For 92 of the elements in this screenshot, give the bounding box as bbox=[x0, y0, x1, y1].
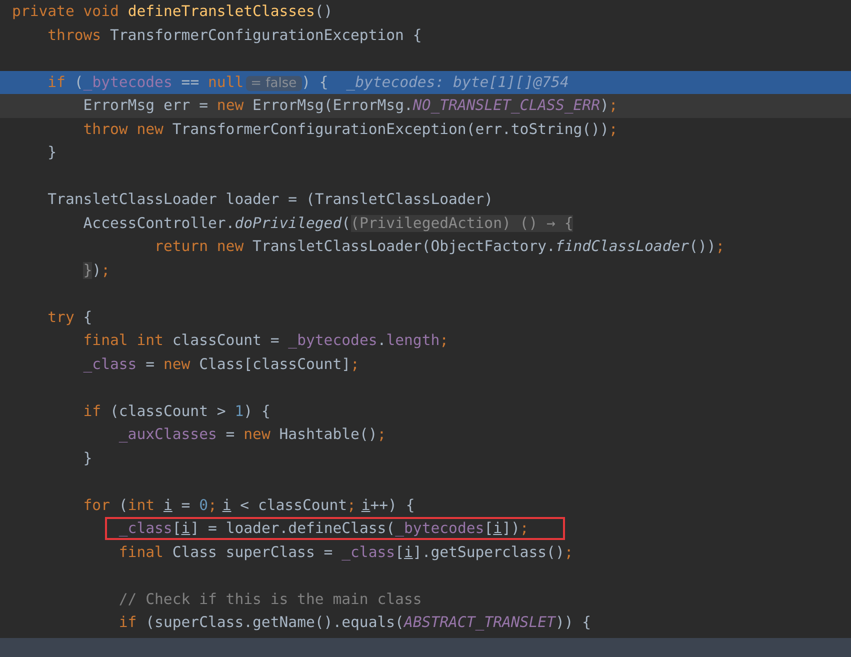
code-text: = bbox=[180, 496, 192, 514]
code-text: Class superClass = bbox=[172, 544, 334, 560]
code-text: ] = loader.defineClass( bbox=[190, 520, 396, 537]
keyword: final int bbox=[83, 332, 164, 349]
field-name: _bytecodes bbox=[288, 332, 378, 349]
code-text: [ bbox=[484, 520, 494, 537]
field-name: _auxClasses bbox=[118, 426, 217, 443]
code-text: classCount = bbox=[172, 332, 280, 349]
number-literal: 1 bbox=[234, 402, 244, 420]
code-text: () bbox=[314, 3, 333, 20]
keyword: throws bbox=[48, 26, 102, 44]
method-name: defineTransletClasses bbox=[128, 3, 315, 20]
code-text: ()) bbox=[689, 238, 716, 255]
inlay-hint: = false bbox=[246, 76, 302, 90]
keyword: new bbox=[244, 426, 272, 443]
code-text: = bbox=[224, 426, 236, 443]
code-text: TransformerConfigurationException(err.toString()) bbox=[172, 120, 609, 138]
debug-value: _bytecodes: byte[1][]@754 bbox=[346, 74, 569, 90]
keyword: ; bbox=[101, 262, 110, 278]
keyword: throw new bbox=[83, 120, 164, 138]
code-text: ( bbox=[74, 74, 84, 90]
keyword: final bbox=[118, 544, 164, 560]
code-text: )) { bbox=[555, 614, 592, 631]
code-text: ) { bbox=[302, 74, 328, 90]
code-text: ].getSuperclass() bbox=[412, 544, 564, 560]
keyword: ; bbox=[520, 520, 529, 537]
code-text: TransformerConfigurationException { bbox=[110, 26, 422, 44]
code-text: ++) { bbox=[370, 496, 415, 514]
code-text: ) bbox=[600, 97, 609, 114]
keyword: new bbox=[216, 97, 245, 114]
constant-name: NO_TRANSLET_CLASS_ERR bbox=[412, 97, 600, 114]
field-name: length bbox=[386, 332, 440, 349]
variable-name: i bbox=[222, 496, 232, 514]
keyword: for bbox=[83, 496, 111, 514]
code-text: } bbox=[83, 450, 92, 466]
code-text: ) bbox=[92, 262, 102, 278]
keyword: int bbox=[128, 496, 156, 514]
method-call: findClassLoader bbox=[555, 238, 690, 255]
keyword: if bbox=[48, 74, 66, 90]
code-text: { bbox=[83, 308, 92, 326]
code-text: ) { bbox=[244, 402, 270, 420]
code-text: (superClass.getName().equals( bbox=[146, 614, 404, 631]
keyword: ; bbox=[716, 238, 725, 255]
keyword: ; bbox=[564, 544, 574, 560]
variable-name: i bbox=[493, 520, 502, 537]
code-text: ( bbox=[118, 496, 128, 514]
code-text: . bbox=[377, 332, 386, 349]
variable-name: i bbox=[361, 496, 370, 514]
field-name: _bytecodes bbox=[83, 74, 172, 90]
number-literal: 0 bbox=[199, 496, 208, 514]
code-text: ]) bbox=[502, 520, 520, 537]
code-text: [ bbox=[395, 544, 404, 560]
keyword: ; bbox=[608, 97, 618, 114]
keyword: private void bbox=[12, 3, 120, 20]
code-text: TransletClassLoader(ObjectFactory. bbox=[252, 238, 556, 255]
keyword: ; bbox=[350, 356, 360, 372]
keyword: try bbox=[48, 308, 76, 326]
code-text: AccessController. bbox=[83, 214, 235, 232]
field-name: _class bbox=[118, 520, 172, 537]
keyword: if bbox=[83, 402, 102, 420]
code-text: = bbox=[144, 356, 156, 372]
field-name: _class bbox=[83, 356, 137, 372]
code-text: Class[classCount] bbox=[199, 356, 351, 372]
code-text: [ bbox=[172, 520, 182, 537]
constant-name: ABSTRACT_TRANSLET bbox=[404, 614, 556, 631]
code-text: (classCount > bbox=[110, 402, 227, 420]
keyword: ; bbox=[377, 426, 386, 443]
variable-name: i bbox=[163, 496, 172, 514]
code-text: Hashtable() bbox=[279, 426, 378, 443]
keyword: ; bbox=[347, 496, 356, 514]
code-text: ErrorMsg(ErrorMsg. bbox=[252, 97, 413, 114]
keyword: ; bbox=[208, 496, 217, 514]
variable-name: i bbox=[181, 520, 190, 537]
code-text: == bbox=[180, 74, 200, 90]
variable-name: i bbox=[404, 544, 413, 560]
code-comment: // Check if this is the main class bbox=[118, 590, 422, 608]
method-call: doPrivileged bbox=[234, 214, 342, 232]
field-name: _class bbox=[342, 544, 396, 560]
code-text: ErrorMsg err = bbox=[83, 97, 209, 114]
code-text: TransletClassLoader loader = (TransletClassLoader) bbox=[48, 191, 494, 208]
field-name: _bytecodes bbox=[395, 520, 484, 537]
keyword: return new bbox=[154, 238, 245, 255]
folded-code[interactable]: (PrivilegedAction) () → { bbox=[350, 214, 574, 232]
code-text: } bbox=[48, 144, 57, 161]
keyword: ; bbox=[440, 332, 449, 349]
keyword: null bbox=[208, 74, 244, 90]
keyword: if bbox=[118, 614, 138, 631]
code-text: < classCount bbox=[239, 496, 348, 514]
folded-code[interactable]: } bbox=[83, 262, 92, 278]
keyword: new bbox=[163, 356, 192, 372]
code-text: ( bbox=[342, 214, 351, 232]
keyword: ; bbox=[608, 120, 618, 138]
